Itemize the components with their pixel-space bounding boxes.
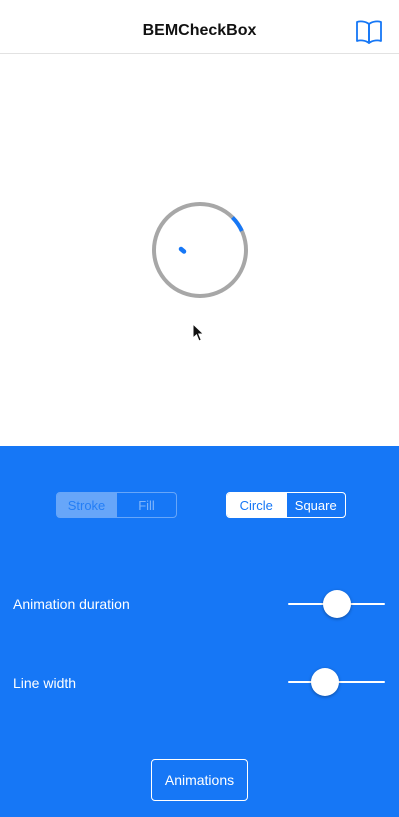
shape-segmented-control[interactable]: Circle Square [226,492,346,518]
checkbox-canvas [0,54,399,446]
navigation-bar: BEMCheckBox [0,0,399,54]
slider-thumb[interactable] [323,590,351,618]
animation-duration-slider[interactable] [288,590,385,618]
checkbox[interactable] [148,198,252,302]
animation-duration-label: Animation duration [13,596,130,612]
checkmark-stroke [178,246,187,254]
segment-square[interactable]: Square [285,493,346,517]
segment-fill[interactable]: Fill [116,493,176,517]
checkbox-progress-arc [231,216,244,232]
slider-thumb[interactable] [311,668,339,696]
fill-mode-segmented-control[interactable]: Stroke Fill [56,492,177,518]
page-title: BEMCheckBox [142,22,257,39]
book-open-icon[interactable] [355,19,383,45]
segment-circle[interactable]: Circle [227,493,286,517]
mouse-pointer-icon [192,323,205,342]
segment-stroke[interactable]: Stroke [57,493,116,517]
animations-button[interactable]: Animations [151,759,248,801]
line-width-slider[interactable] [288,668,385,696]
line-width-label: Line width [13,675,77,691]
control-panel: Stroke Fill Circle Square Animation dura… [0,446,399,817]
